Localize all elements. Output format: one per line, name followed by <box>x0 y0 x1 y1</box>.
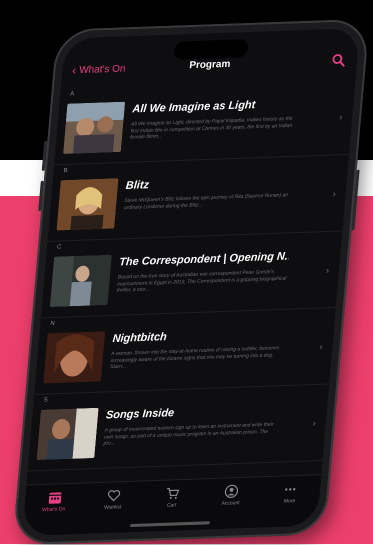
chevron-right-icon: › <box>338 112 343 123</box>
tab-account[interactable]: Account <box>207 484 255 508</box>
tab-label: Wishlist <box>103 504 122 511</box>
list-item[interactable]: The Correspondent | Opening N... Based o… <box>40 242 342 319</box>
tab-label: Cart <box>166 502 177 509</box>
film-description: Based on the true story of Australian wa… <box>116 269 287 294</box>
tab-bar: What's On Wishlist Cart Account More <box>22 474 322 536</box>
film-description: Steve McQueen's Blitz follows the epic j… <box>123 192 289 211</box>
list-item[interactable]: Blitz Steve McQueen's Blitz follows the … <box>47 166 349 242</box>
chevron-right-icon: › <box>325 265 330 276</box>
section-a: A All We Imagine as Light All We Imagine… <box>54 80 355 166</box>
phone-mockup: ‹ What's On Program A All We Imagine as … <box>12 18 370 545</box>
film-thumbnail <box>43 331 106 384</box>
account-icon <box>225 484 239 499</box>
program-list: A All We Imagine as Light All We Imagine… <box>27 80 355 473</box>
tab-cart[interactable]: Cart <box>148 486 196 510</box>
phone-screen: ‹ What's On Program A All We Imagine as … <box>22 28 360 536</box>
list-item[interactable]: Nightbitch A woman, thrown into the stay… <box>34 319 335 395</box>
section-c: C The Correspondent | Opening N... Based… <box>40 233 342 319</box>
chevron-right-icon: › <box>312 418 317 429</box>
film-description: All We Imagine as Light, directed by Pay… <box>129 115 293 141</box>
film-description: A woman, thrown into the stay-at-home ro… <box>109 345 280 371</box>
film-title: Songs Inside <box>105 407 175 422</box>
tab-wishlist[interactable]: Wishlist <box>89 488 137 512</box>
film-title: The Correspondent | Opening N... <box>118 250 290 269</box>
cart-icon <box>167 487 180 500</box>
page-title: Program <box>188 58 231 72</box>
section-b: B Blitz Steve McQueen's Blitz follows th… <box>47 157 349 242</box>
list-item[interactable]: Songs Inside A group of incarcerated wom… <box>27 395 329 472</box>
chevron-right-icon: › <box>319 341 323 352</box>
tab-whats-on[interactable]: What's On <box>31 490 79 514</box>
tab-label: Account <box>221 500 240 507</box>
film-thumbnail <box>36 407 99 461</box>
tab-more[interactable]: More <box>266 481 314 505</box>
search-icon[interactable] <box>331 53 346 68</box>
section-n: N Nightbitch A woman, thrown into the st… <box>34 310 335 395</box>
more-icon <box>285 487 296 491</box>
film-thumbnail <box>63 101 126 155</box>
section-s: S Songs Inside A group of incarcerated w… <box>27 387 329 472</box>
heart-icon <box>107 490 120 502</box>
tab-label: More <box>283 498 296 505</box>
film-description: A group of incarcerated women sign up to… <box>103 421 274 447</box>
tab-label: What's On <box>41 506 66 514</box>
film-title: Nightbitch <box>112 331 168 346</box>
film-thumbnail <box>49 254 112 308</box>
film-thumbnail <box>56 178 119 231</box>
film-title: Blitz <box>125 179 150 192</box>
list-item[interactable]: All We Imagine as Light All We Imagine a… <box>54 89 355 166</box>
chevron-right-icon: › <box>332 188 337 199</box>
film-title: All We Imagine as Light <box>131 99 256 116</box>
calendar-icon <box>48 492 62 504</box>
